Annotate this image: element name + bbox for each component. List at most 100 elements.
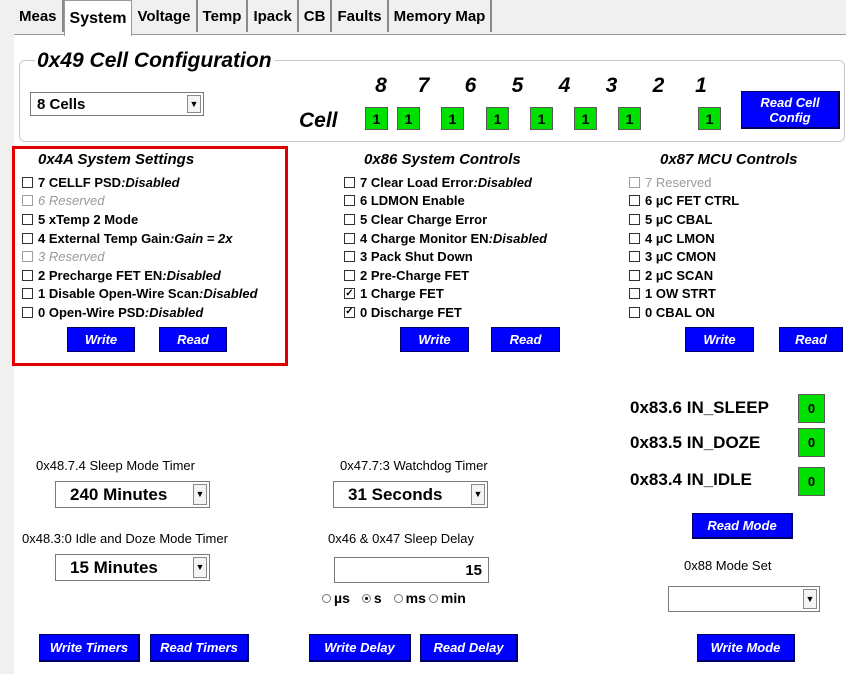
list-item[interactable]: 2 µC SCAN: [629, 266, 829, 285]
cell-value-4[interactable]: 1: [530, 107, 553, 130]
write-delay-button[interactable]: Write Delay: [309, 634, 411, 662]
item-status: :Disabled: [162, 267, 221, 283]
checkbox[interactable]: [629, 269, 640, 281]
checkbox[interactable]: [344, 269, 355, 281]
cell-value-1[interactable]: 1: [698, 107, 721, 130]
system-settings-read-button[interactable]: Read: [159, 327, 227, 352]
tab-cb[interactable]: CB: [298, 0, 333, 32]
list-item[interactable]: 5 xTemp 2 Mode: [22, 210, 286, 229]
system-controls-title: 0x86 System Controls: [364, 151, 521, 168]
mcu-controls-write-button[interactable]: Write: [685, 327, 754, 352]
list-item[interactable]: 0 Open-Wire PSD :Disabled: [22, 303, 286, 322]
tab-meas[interactable]: Meas: [14, 0, 64, 32]
tab-temp[interactable]: Temp: [197, 0, 249, 32]
chevron-down-icon[interactable]: ▼: [187, 95, 201, 113]
cell-value-5[interactable]: 1: [486, 107, 509, 130]
checkbox-checked[interactable]: ✓: [344, 306, 355, 318]
write-timers-button[interactable]: Write Timers: [39, 634, 140, 662]
checkbox[interactable]: [629, 306, 640, 318]
cell-number: 2: [652, 74, 665, 97]
checkbox[interactable]: [629, 288, 640, 300]
checkbox[interactable]: [344, 213, 355, 225]
list-item[interactable]: 3 µC CMON: [629, 247, 829, 266]
list-item[interactable]: 7 Clear Load Error:Disabled: [344, 173, 584, 192]
idle-timer-select[interactable]: 15 Minutes ▼: [55, 554, 210, 581]
list-item[interactable]: 6 LDMON Enable: [344, 192, 584, 211]
list-item[interactable]: 5 µC CBAL: [629, 210, 829, 229]
list-item[interactable]: 2 Precharge FET EN:Disabled: [22, 266, 286, 285]
tab-bar: Meas System Voltage Temp Ipack CB Faults…: [14, 0, 493, 36]
idle-timer-value: 15 Minutes: [70, 557, 158, 577]
checkbox[interactable]: [22, 232, 33, 244]
chevron-down-icon[interactable]: ▼: [803, 589, 817, 609]
list-item[interactable]: 2 Pre-Charge FET: [344, 266, 584, 285]
checkbox[interactable]: [22, 288, 33, 300]
read-delay-button[interactable]: Read Delay: [420, 634, 518, 662]
item-label: 4 µC LMON: [645, 230, 715, 246]
mcu-controls-read-button[interactable]: Read: [779, 327, 843, 352]
sleep-timer-select[interactable]: 240 Minutes ▼: [55, 481, 210, 508]
read-mode-button[interactable]: Read Mode: [692, 513, 793, 539]
watchdog-timer-select[interactable]: 31 Seconds ▼: [333, 481, 488, 508]
item-status: :Disabled: [488, 230, 548, 246]
tab-system[interactable]: System: [63, 0, 133, 36]
sleep-delay-input[interactable]: 15: [334, 557, 489, 583]
read-timers-button[interactable]: Read Timers: [150, 634, 249, 662]
cell-value-8[interactable]: 1: [365, 107, 388, 130]
tab-voltage[interactable]: Voltage: [132, 0, 198, 32]
checkbox[interactable]: [344, 176, 355, 188]
list-item[interactable]: 6 µC FET CTRL: [629, 192, 829, 211]
list-item[interactable]: ✓ 1 Charge FET: [344, 285, 584, 304]
checkbox[interactable]: [22, 176, 33, 188]
system-controls-write-button[interactable]: Write: [400, 327, 469, 352]
checkbox[interactable]: [344, 251, 355, 263]
cell-value-7[interactable]: 1: [397, 107, 420, 130]
chevron-down-icon[interactable]: ▼: [193, 484, 207, 505]
list-item[interactable]: 4 µC LMON: [629, 229, 829, 248]
checkbox[interactable]: [629, 251, 640, 263]
mcu-controls-title: 0x87 MCU Controls: [660, 151, 798, 168]
list-item[interactable]: 1 Disable Open-Wire Scan :Disabled: [22, 285, 286, 304]
cell-value-2[interactable]: 1: [618, 107, 641, 130]
checkbox-checked[interactable]: ✓: [344, 288, 355, 300]
mode-set-select[interactable]: ▼: [668, 586, 820, 612]
mcu-controls-list: 7 Reserved 6 µC FET CTRL 5 µC CBAL 4 µC …: [629, 173, 829, 322]
list-item[interactable]: ✓ 0 Discharge FET: [344, 303, 584, 322]
list-item[interactable]: 4 External Temp Gain:Gain = 2x: [22, 229, 286, 248]
list-item[interactable]: 0 CBAL ON: [629, 303, 829, 322]
system-settings-write-button[interactable]: Write: [67, 327, 135, 352]
write-mode-button[interactable]: Write Mode: [697, 634, 795, 662]
list-item[interactable]: 5 Clear Charge Error: [344, 210, 584, 229]
chevron-down-icon[interactable]: ▼: [193, 557, 207, 578]
radio-ms[interactable]: [393, 593, 403, 603]
checkbox[interactable]: [629, 195, 640, 207]
tab-memory-map[interactable]: Memory Map: [388, 0, 493, 32]
list-item[interactable]: 1 OW STRT: [629, 285, 829, 304]
checkbox[interactable]: [22, 306, 33, 318]
checkbox[interactable]: [22, 213, 33, 225]
cell-number: 8: [375, 74, 387, 97]
radio-us[interactable]: [322, 593, 331, 603]
tab-faults[interactable]: Faults: [332, 0, 389, 32]
in-sleep-value: 0: [798, 394, 825, 423]
sleep-delay-units: µs s ms min: [322, 590, 466, 606]
read-cell-config-button[interactable]: Read Cell Config: [741, 91, 840, 129]
chevron-down-icon[interactable]: ▼: [471, 484, 485, 505]
checkbox[interactable]: [344, 195, 355, 207]
cell-value-3[interactable]: 1: [574, 107, 597, 130]
list-item[interactable]: 7 CELLF PSD :Disabled: [22, 173, 286, 192]
list-item[interactable]: 4 Charge Monitor EN:Disabled: [344, 229, 584, 248]
item-label: 4 Charge Monitor EN: [360, 230, 489, 246]
radio-s[interactable]: [361, 593, 371, 603]
mode-set-label: 0x88 Mode Set: [684, 558, 772, 573]
list-item[interactable]: 3 Pack Shut Down: [344, 247, 584, 266]
tab-ipack[interactable]: Ipack: [248, 0, 299, 32]
system-controls-read-button[interactable]: Read: [491, 327, 560, 352]
cells-count-select[interactable]: 8 Cells ▼: [30, 92, 204, 116]
cell-value-6[interactable]: 1: [441, 107, 464, 130]
checkbox[interactable]: [344, 232, 355, 244]
checkbox[interactable]: [629, 232, 640, 244]
radio-min[interactable]: [428, 593, 438, 603]
checkbox[interactable]: [22, 269, 33, 281]
checkbox[interactable]: [629, 213, 640, 225]
